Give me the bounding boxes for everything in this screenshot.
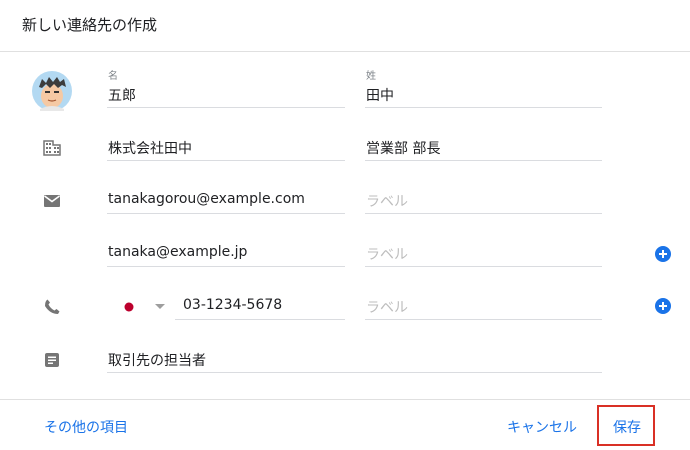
add-phone-button[interactable] (655, 298, 671, 314)
last-name-field[interactable]: 田中 (366, 85, 394, 105)
job-title-field[interactable]: 営業部 部長 (366, 138, 440, 158)
building-icon (42, 138, 62, 158)
country-selector[interactable] (118, 297, 168, 317)
email-icon (42, 191, 62, 211)
chevron-down-icon (155, 304, 165, 309)
add-email-button[interactable] (655, 246, 671, 262)
email-label-field-1[interactable]: ラベル (366, 191, 408, 211)
notes-field[interactable]: 取引先の担当者 (108, 350, 206, 370)
notes-underline (107, 372, 602, 373)
first-name-label: 名 (108, 71, 118, 82)
notes-icon (42, 350, 62, 370)
first-name-underline (107, 107, 345, 108)
more-fields-button[interactable]: その他の項目 (44, 417, 128, 437)
dialog-header: 新しい連絡先の作成 (0, 0, 690, 52)
email-label-underline-2 (365, 266, 602, 267)
save-button[interactable]: 保存 (613, 417, 641, 437)
phone-icon (42, 297, 62, 317)
avatar-icon (32, 71, 72, 111)
last-name-underline (365, 107, 602, 108)
email-field-1[interactable]: tanakagorou@example.com (108, 191, 305, 207)
plus-icon (659, 302, 667, 310)
email-underline-2 (107, 266, 345, 267)
phone-underline (175, 319, 345, 320)
email-label-field-2[interactable]: ラベル (366, 244, 408, 264)
email-label-underline-1 (365, 213, 602, 214)
phone-label-field[interactable]: ラベル (366, 297, 408, 317)
avatar[interactable] (26, 69, 78, 111)
company-field[interactable]: 株式会社田中 (108, 138, 192, 158)
email-underline-1 (107, 213, 345, 214)
dialog-title: 新しい連絡先の作成 (22, 16, 158, 34)
phone-field[interactable]: 03-1234-5678 (183, 297, 282, 313)
company-underline (107, 160, 345, 161)
cancel-button[interactable]: キャンセル (507, 417, 577, 437)
plus-icon (659, 250, 667, 258)
job-title-underline (365, 160, 602, 161)
email-field-2[interactable]: tanaka@example.jp (108, 244, 247, 260)
first-name-field[interactable]: 五郎 (108, 85, 136, 105)
phone-label-underline (365, 319, 602, 320)
last-name-label: 姓 (366, 71, 376, 82)
